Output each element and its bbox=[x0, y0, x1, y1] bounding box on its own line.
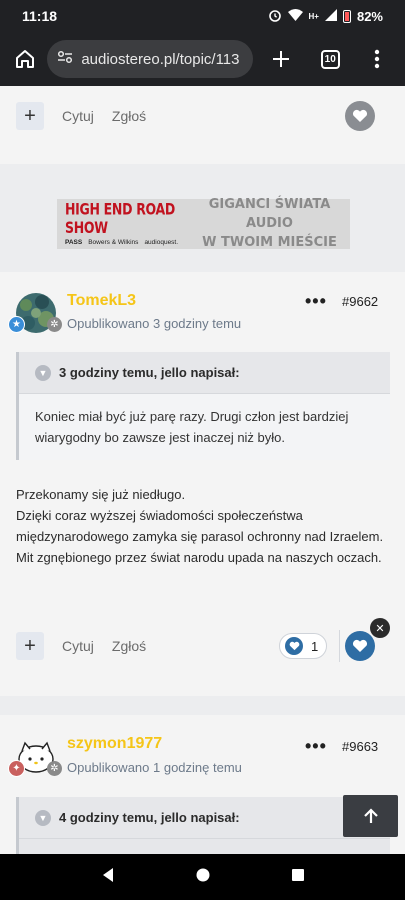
brand-audioquest: audioquest. bbox=[144, 238, 179, 246]
home-circle-icon[interactable] bbox=[195, 867, 211, 888]
brand-bw: Bowers & Wilkins bbox=[88, 238, 139, 246]
banner-title: HIGH END ROAD SHOW bbox=[65, 198, 175, 237]
multiquote-button[interactable]: + bbox=[16, 102, 44, 130]
tab-count: 10 bbox=[320, 49, 340, 69]
banner-tagline: GIGANCI ŚWIATA AUDIO W TWOIM MIEŚCIE bbox=[189, 196, 350, 253]
battery-level: 82% bbox=[356, 8, 383, 24]
heart-icon bbox=[352, 639, 368, 652]
rank-badge-icon: ✦ bbox=[8, 760, 25, 777]
status-icons: H+ 82% bbox=[268, 8, 383, 25]
back-icon[interactable] bbox=[100, 867, 116, 888]
post-number[interactable]: #9662 bbox=[342, 294, 378, 309]
like-button[interactable] bbox=[345, 631, 375, 661]
plus-icon bbox=[273, 51, 290, 67]
chevron-down-icon: ▼ bbox=[35, 809, 51, 826]
post-date: Opublikowano 1 godzinę temu bbox=[67, 760, 242, 775]
system-nav-bar bbox=[0, 854, 405, 900]
rank-badge-icon: ★ bbox=[8, 316, 25, 333]
browser-toolbar: audiostereo.pl/topic/113 10 bbox=[0, 32, 405, 86]
status-bar: 11:18 H+ 82% bbox=[0, 0, 405, 32]
post-date: Opublikowano 3 godziny temu bbox=[67, 316, 242, 331]
alarm-icon bbox=[268, 8, 282, 25]
heart-icon bbox=[285, 637, 303, 655]
multiquote-button[interactable]: + bbox=[16, 632, 44, 660]
home-button[interactable] bbox=[8, 42, 41, 76]
quote-header[interactable]: ▼ 3 godziny temu, jello napisał: bbox=[19, 352, 390, 394]
chevron-down-icon: ▼ bbox=[35, 364, 51, 381]
report-link[interactable]: Zgłoś bbox=[112, 108, 146, 124]
banner-tagline-line1: GIGANCI ŚWIATA AUDIO bbox=[208, 196, 331, 232]
post: ★ ✲ TomekL3 Opublikowano 3 godziny temu … bbox=[0, 272, 405, 696]
reaction-summary[interactable]: 1 bbox=[279, 633, 328, 659]
post-author[interactable]: szymon1977 bbox=[67, 735, 162, 753]
quote-header-text: 3 godziny temu, jello napisał: bbox=[59, 365, 240, 380]
reaction-count: 1 bbox=[311, 638, 319, 654]
more-options-icon[interactable]: ••• bbox=[305, 291, 327, 312]
site-settings-icon[interactable] bbox=[57, 50, 73, 68]
ad-banner[interactable]: HIGH END ROAD SHOW PASS Bowers & Wilkins… bbox=[57, 197, 350, 250]
arrow-up-icon bbox=[363, 808, 378, 823]
network-type: H+ bbox=[308, 11, 319, 21]
quote-header-text: 4 godziny temu, jello napisał: bbox=[59, 810, 240, 825]
settings-badge-icon: ✲ bbox=[47, 317, 62, 332]
brand-pass: PASS bbox=[65, 238, 83, 246]
tab-switcher-button[interactable]: 10 bbox=[311, 39, 350, 79]
quote-body: Koniec miał być już parę razy. Drugi czł… bbox=[19, 394, 390, 460]
address-bar[interactable]: audiostereo.pl/topic/113 bbox=[47, 40, 254, 78]
quote-block: ▼ 4 godziny temu, jello napisał: bbox=[16, 797, 390, 854]
post-author[interactable]: TomekL3 bbox=[67, 292, 136, 310]
quote-link[interactable]: Cytuj bbox=[62, 108, 94, 124]
heart-icon bbox=[352, 109, 368, 122]
post-body: Przekonamy się już niedługo. Dzięki cora… bbox=[16, 484, 386, 568]
like-button[interactable] bbox=[345, 101, 375, 131]
close-icon[interactable]: ✕ bbox=[370, 618, 390, 638]
recents-icon[interactable] bbox=[290, 867, 306, 888]
quote-link[interactable]: Cytuj bbox=[62, 638, 94, 654]
wifi-icon bbox=[287, 8, 303, 24]
quote-header[interactable]: ▼ 4 godziny temu, jello napisał: bbox=[19, 797, 390, 839]
page-content: + Cytuj Zgłoś HIGH END ROAD SHOW PASS Bo… bbox=[0, 86, 405, 854]
url-text: audiostereo.pl/topic/113 bbox=[81, 50, 240, 68]
new-tab-button[interactable] bbox=[261, 39, 300, 79]
previous-post-footer: + Cytuj Zgłoś bbox=[0, 86, 405, 164]
more-options-icon[interactable]: ••• bbox=[305, 736, 327, 757]
scroll-to-top-button[interactable] bbox=[343, 795, 398, 837]
battery-icon bbox=[342, 9, 351, 23]
post-body-line: Przekonamy się już niedługo. bbox=[16, 487, 186, 502]
home-icon bbox=[15, 50, 34, 68]
signal-icon bbox=[324, 8, 337, 24]
browser-menu-button[interactable] bbox=[358, 39, 397, 79]
divider bbox=[339, 630, 340, 662]
post-body-paragraph: Dzięki coraz wyższej świadomości społecz… bbox=[16, 508, 384, 565]
banner-brands: PASS Bowers & Wilkins audioquest. bbox=[65, 239, 189, 246]
post-number[interactable]: #9663 bbox=[342, 739, 378, 754]
banner-tagline-line2: W TWOIM MIEŚCIE bbox=[202, 234, 337, 251]
more-vert-icon bbox=[375, 49, 380, 69]
report-link[interactable]: Zgłoś bbox=[112, 638, 146, 654]
status-time: 11:18 bbox=[22, 8, 58, 24]
settings-badge-icon: ✲ bbox=[47, 761, 62, 776]
quote-block: ▼ 3 godziny temu, jello napisał: Koniec … bbox=[16, 352, 390, 460]
